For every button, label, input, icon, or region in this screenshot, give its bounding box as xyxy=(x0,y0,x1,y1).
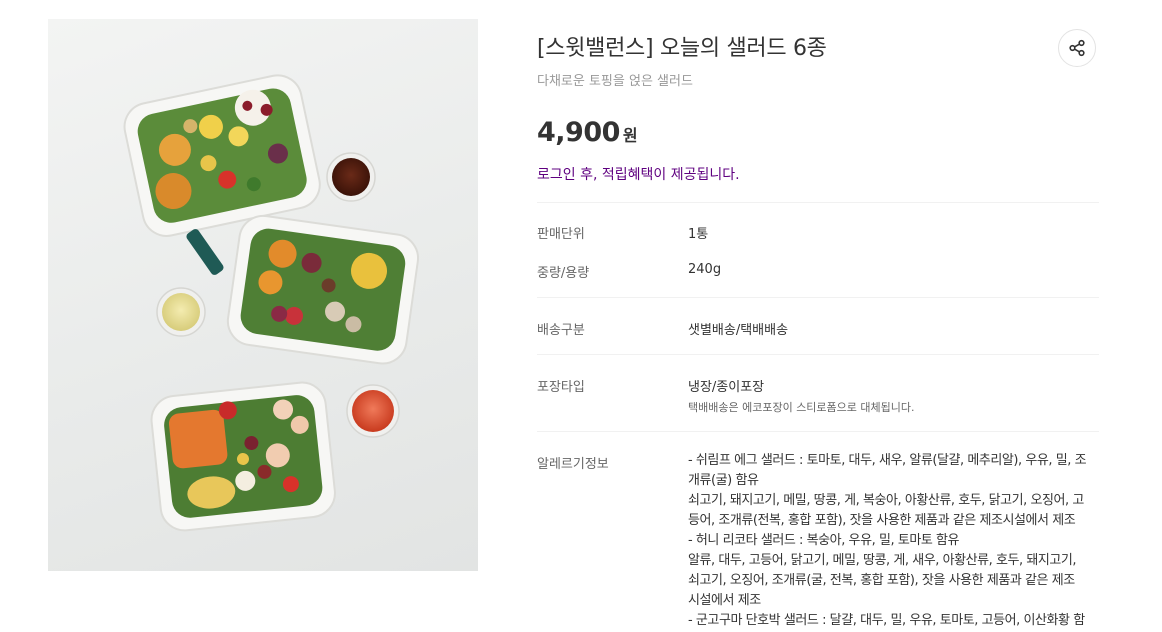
weight-label: 중량/용량 xyxy=(537,266,590,281)
price-unit: 원 xyxy=(622,126,638,145)
product-image xyxy=(48,19,478,571)
share-button[interactable] xyxy=(1058,29,1096,67)
packaging-note: 택배배송은 에코포장이 스티로폼으로 대체됩니다. xyxy=(688,401,915,414)
packaging-label: 포장타입 xyxy=(537,380,585,395)
allergy-text: - 쉬림프 에그 샐러드 : 토마토, 대두, 새우, 알류(달걀, 메추리알)… xyxy=(688,451,1100,631)
divider xyxy=(537,297,1099,298)
sale-unit-label: 판매단위 xyxy=(537,227,585,242)
allergy-line: - 허니 리코타 샐러드 : 복숭아, 우유, 밀, 토마토 함유 xyxy=(688,533,960,548)
product-title: [스윗밸런스] 오늘의 샐러드 6종 xyxy=(537,36,827,61)
allergy-line: 개류(굴) 함유 xyxy=(688,473,759,488)
allergy-line: 시설에서 제조 xyxy=(688,593,761,608)
allergy-line: 알류, 대두, 고등어, 닭고기, 메밀, 땅콩, 게, 새우, 아황산류, 호… xyxy=(688,553,1077,568)
delivery-value: 샛별배송/택배배송 xyxy=(688,323,789,338)
divider xyxy=(537,431,1099,432)
price-value: 4,900 xyxy=(537,117,620,148)
allergy-label: 알레르기정보 xyxy=(537,457,609,472)
allergy-line: 쇠고기, 오징어, 조개류(굴, 전복, 홍합 포함), 잣을 사용한 제품과 … xyxy=(688,573,1075,588)
weight-value: 240g xyxy=(688,262,722,277)
benefit-notice: 로그인 후, 적립혜택이 제공됩니다. xyxy=(537,167,740,183)
allergy-line: - 쉬림프 에그 샐러드 : 토마토, 대두, 새우, 알류(달걀, 메추리알)… xyxy=(688,453,1087,468)
allergy-line: 쇠고기, 돼지고기, 메밀, 땅콩, 게, 복숭아, 아황산류, 호두, 닭고기… xyxy=(688,493,1084,508)
salad-photo xyxy=(123,74,420,532)
allergy-line: - 군고구마 단호박 샐러드 : 달걀, 대두, 밀, 우유, 토마토, 고등어… xyxy=(688,613,1085,628)
divider xyxy=(537,354,1099,355)
share-icon xyxy=(1069,39,1085,57)
packaging-value: 냉장/종이포장 xyxy=(688,380,765,395)
price: 4,900 원 xyxy=(537,117,638,148)
divider xyxy=(537,202,1099,203)
product-subtitle: 다채로운 토핑을 얹은 샐러드 xyxy=(537,74,693,89)
allergy-line: 등어, 조개류(전복, 홍합 포함), 잣을 사용한 제품과 같은 제조시설에서… xyxy=(688,513,1076,528)
sale-unit-value: 1통 xyxy=(688,227,709,242)
delivery-label: 배송구분 xyxy=(537,323,585,338)
